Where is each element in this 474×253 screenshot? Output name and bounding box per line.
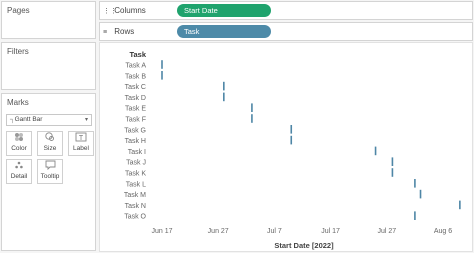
left-panel: Pages Filters Marks ┐​ Gantt Bar ▾ Color — [0, 0, 97, 253]
x-tick-label: Jul 27 — [377, 228, 396, 235]
filters-card[interactable]: Filters — [1, 42, 96, 90]
size-icon — [38, 132, 62, 145]
task-label: Task J — [126, 160, 146, 167]
detail-button-label: Detail — [10, 173, 28, 180]
label-button-label: Label — [73, 145, 89, 152]
task-label: Task K — [125, 171, 146, 178]
gantt-mark — [414, 179, 416, 188]
task-label: Task F — [125, 117, 146, 124]
task-label: Task E — [125, 106, 146, 113]
task-label: Task G — [124, 127, 146, 134]
gantt-mark — [251, 114, 253, 123]
color-icon — [7, 132, 31, 145]
row-header-task: Task — [129, 50, 146, 59]
task-pill[interactable]: Task — [177, 25, 271, 38]
marks-card: Marks ┐​ Gantt Bar ▾ Color Size T — [1, 93, 96, 251]
gantt-mark — [290, 135, 293, 145]
detail-button[interactable]: Detail — [6, 159, 32, 184]
color-button[interactable]: Color — [6, 131, 32, 156]
marks-title: Marks — [7, 98, 29, 107]
task-label: Task N — [125, 203, 146, 210]
x-axis-title: Start Date [2022] — [274, 241, 334, 250]
label-button[interactable]: T Label — [68, 131, 94, 156]
detail-icon — [7, 160, 31, 173]
columns-shelf-label: Columns — [114, 6, 146, 15]
gantt-mark — [459, 200, 461, 210]
x-tick-label: Jul 17 — [321, 228, 340, 235]
gantt-mark — [391, 168, 394, 177]
task-label: Task L — [126, 181, 146, 188]
start-date-pill[interactable]: Start Date — [177, 4, 271, 17]
gantt-mark — [223, 92, 225, 102]
gantt-mark — [223, 81, 225, 91]
x-tick-label: Jun 17 — [151, 228, 172, 235]
pages-title: Pages — [7, 6, 30, 15]
gantt-mark — [391, 157, 394, 166]
mark-type-dropdown[interactable]: ┐​ Gantt Bar ▾ — [6, 114, 92, 126]
color-button-label: Color — [11, 145, 27, 152]
gantt-mark — [414, 211, 416, 220]
x-tick-label: Jul 7 — [267, 228, 282, 235]
gantt-mark — [251, 103, 253, 112]
size-button-label: Size — [43, 145, 57, 152]
task-label: Task O — [124, 214, 146, 221]
gantt-chart-svg: Task Task A Task B Task C Task D Task E Task F… — [124, 50, 461, 250]
size-button[interactable]: Size — [37, 131, 63, 156]
rows-shelf[interactable]: ≡ Rows Task — [99, 22, 473, 41]
label-icon: T — [69, 132, 93, 145]
svg-text:T: T — [79, 135, 84, 142]
task-label: Task H — [125, 138, 146, 145]
task-label: Task D — [125, 95, 146, 102]
mark-type-value: Gantt Bar — [14, 116, 43, 123]
pages-card[interactable]: Pages — [1, 1, 96, 39]
gantt-chart: Task Task A Task B Task C Task D Task E Task F… — [99, 42, 473, 252]
tooltip-button[interactable]: Tooltip — [37, 159, 63, 184]
gantt-mark — [290, 125, 293, 134]
gantt-mark — [374, 146, 377, 156]
task-label: Task A — [125, 63, 146, 70]
columns-shelf[interactable]: ⋮⋮ Columns Start Date — [99, 1, 473, 20]
chevron-down-icon: ▾ — [84, 117, 88, 123]
task-label: Task B — [125, 73, 146, 80]
tooltip-button-label: Tooltip — [40, 173, 60, 180]
rows-icon: ≡ — [103, 29, 108, 36]
rows-shelf-label: Rows — [114, 27, 135, 36]
gantt-mark — [161, 60, 163, 69]
tooltip-icon — [38, 160, 62, 173]
task-label: Task C — [125, 84, 146, 91]
x-tick-label: Jun 27 — [208, 228, 229, 235]
gantt-mark — [419, 189, 422, 199]
filters-title: Filters — [7, 47, 29, 56]
shelves: ⋮⋮ Columns Start Date ≡ Rows Task — [99, 1, 473, 41]
gantt-mark — [161, 71, 163, 80]
columns-icon: ⋮⋮ — [103, 8, 117, 15]
tableau-worksheet: Pages Filters Marks ┐​ Gantt Bar ▾ Color — [0, 0, 474, 253]
task-label: Task I — [128, 149, 146, 156]
task-label: Task M — [124, 192, 146, 199]
x-tick-label: Aug 6 — [434, 228, 452, 235]
